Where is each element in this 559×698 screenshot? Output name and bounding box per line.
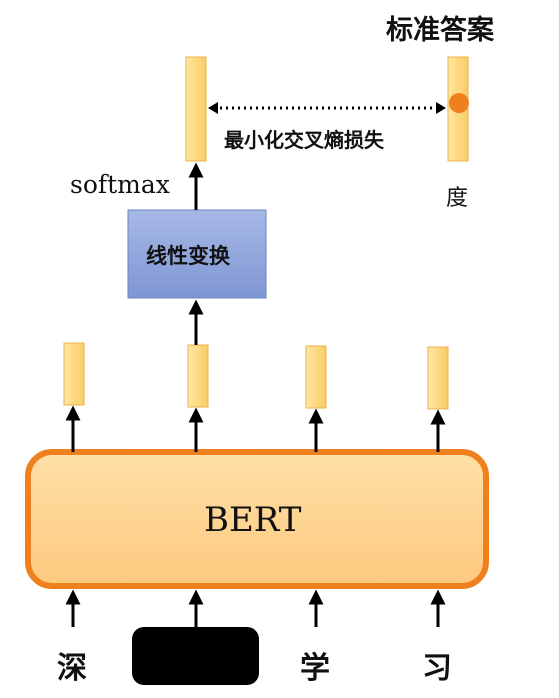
- bert-label: BERT: [204, 500, 302, 540]
- answer-char: 度: [446, 186, 469, 211]
- softmax-output-vector: [185, 56, 207, 162]
- diagram-canvas: 标准答案 最小化交叉熵损失 softmax 度 线性变换 BERT 深 学 习: [0, 0, 559, 698]
- input-token-1: 深: [57, 651, 87, 686]
- loss-arrowhead-left: [208, 102, 218, 114]
- input-token-4: 习: [422, 651, 452, 686]
- loss-label: 最小化交叉熵损失: [224, 128, 384, 152]
- answer-dot: [449, 93, 469, 113]
- linear-transform-label: 线性变换: [146, 244, 230, 268]
- token-vector-2: [187, 344, 209, 408]
- input-token-3: 学: [300, 651, 330, 686]
- diagram-graphics: [25, 56, 489, 685]
- token-vector-1: [63, 342, 85, 406]
- token-vector-4: [427, 346, 449, 410]
- loss-arrowhead-right: [436, 102, 446, 114]
- softmax-label: softmax: [70, 170, 170, 199]
- answer-title: 标准答案: [386, 15, 494, 46]
- masked-token-box: [132, 627, 259, 685]
- token-vector-3: [305, 345, 327, 409]
